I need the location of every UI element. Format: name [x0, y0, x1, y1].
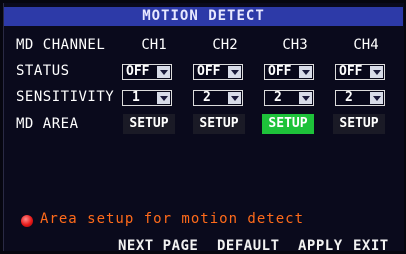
sensitivity-select-ch4[interactable]: 2: [335, 90, 385, 106]
sensitivity-value: 2: [203, 90, 211, 105]
status-value: OFF: [339, 64, 363, 79]
status-select-ch1[interactable]: OFF: [122, 64, 172, 80]
status-value: OFF: [197, 64, 221, 79]
next-page-button[interactable]: NEXT PAGE: [118, 238, 198, 254]
motion-detect-dialog: MOTION DETECT MD CHANNEL STATUS SENSITIV…: [3, 3, 404, 254]
chevron-down-icon: [299, 92, 312, 104]
chevron-down-icon: [228, 92, 241, 104]
chevron-down-icon: [157, 66, 170, 78]
status-select-ch3[interactable]: OFF: [264, 64, 314, 80]
channel-header-ch2: CH2: [212, 37, 238, 53]
status-select-ch4[interactable]: OFF: [335, 64, 385, 80]
md-channel-label: MD CHANNEL: [16, 37, 106, 53]
hint-text: Area setup for motion detect: [40, 211, 305, 227]
status-value: OFF: [126, 64, 150, 79]
exit-button[interactable]: EXIT: [353, 238, 389, 254]
channel-header-ch1: CH1: [141, 37, 167, 53]
md-area-label: MD AREA: [16, 116, 79, 132]
chevron-down-icon: [370, 66, 383, 78]
chevron-down-icon: [370, 92, 383, 104]
sensitivity-value: 2: [345, 90, 353, 105]
chevron-down-icon: [157, 92, 170, 104]
dialog-title: MOTION DETECT: [4, 7, 403, 26]
status-label: STATUS: [16, 63, 70, 79]
sensitivity-label: SENSITIVITY: [16, 89, 115, 105]
sensitivity-value: 2: [274, 90, 282, 105]
chevron-down-icon: [299, 66, 312, 78]
status-select-ch2[interactable]: OFF: [193, 64, 243, 80]
setup-button-ch2[interactable]: SETUP: [193, 114, 245, 134]
sensitivity-select-ch3[interactable]: 2: [264, 90, 314, 106]
sensitivity-select-ch2[interactable]: 2: [193, 90, 243, 106]
sensitivity-select-ch1[interactable]: 1: [122, 90, 172, 106]
status-value: OFF: [268, 64, 292, 79]
sensitivity-value: 1: [132, 90, 140, 105]
setup-button-ch3[interactable]: SETUP: [262, 114, 314, 134]
default-button[interactable]: DEFAULT: [217, 238, 280, 254]
channel-header-ch4: CH4: [353, 37, 379, 53]
channel-header-ch3: CH3: [282, 37, 308, 53]
chevron-down-icon: [228, 66, 241, 78]
red-dot-icon: [21, 215, 33, 227]
setup-button-ch1[interactable]: SETUP: [123, 114, 175, 134]
setup-button-ch4[interactable]: SETUP: [333, 114, 385, 134]
apply-button[interactable]: APPLY: [298, 238, 343, 254]
